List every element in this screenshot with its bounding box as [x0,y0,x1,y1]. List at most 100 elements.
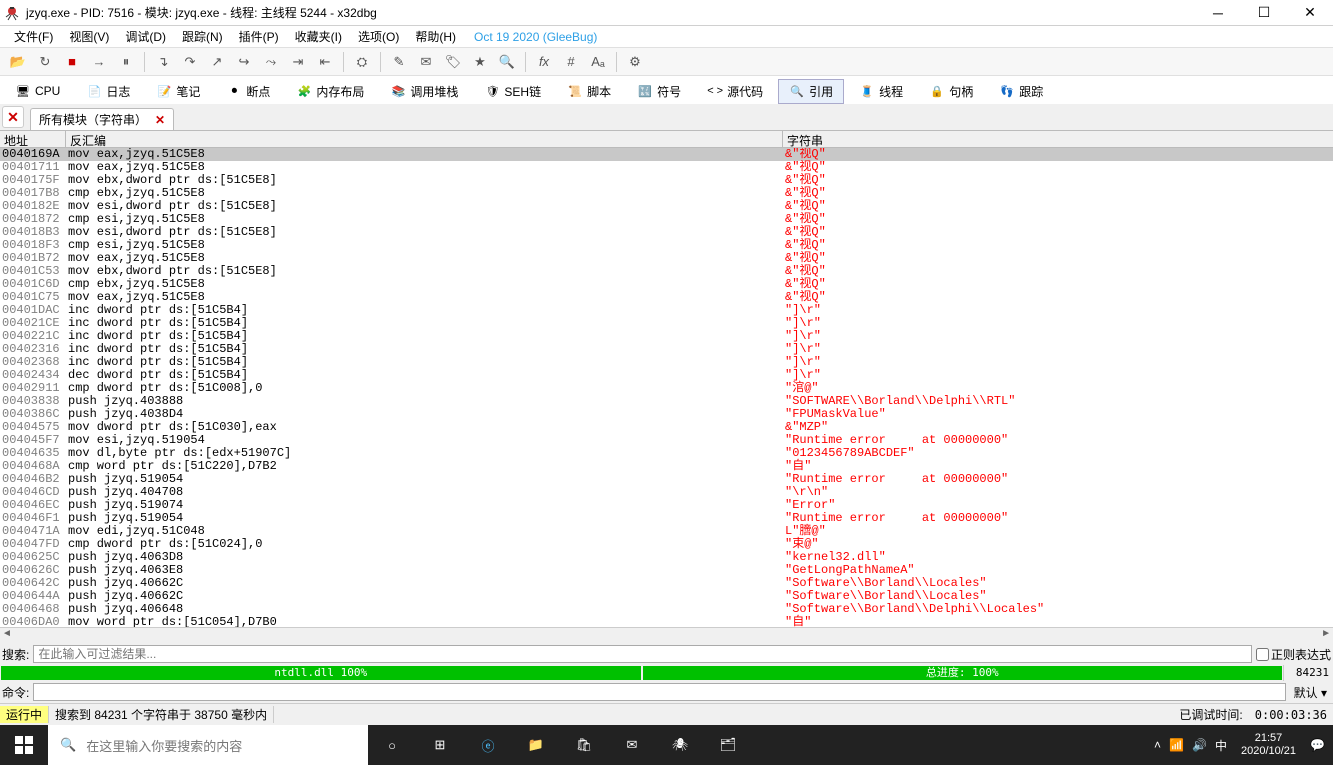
horizontal-scrollbar[interactable] [0,627,1333,643]
runuser-icon[interactable]: ⇤ [313,51,337,73]
main-tab-5[interactable]: 📚调用堆栈 [379,79,469,104]
menu-help[interactable]: 帮助(H) [407,26,464,47]
data-body[interactable]: 0040169Amov eax,jzyq.51C5E8&"视Q"00401711… [0,148,1333,627]
mail-icon[interactable]: ✉ [608,725,656,765]
regex-checkbox-label[interactable]: 正则表达式 [1256,646,1331,663]
cell-string: "]\r" [783,304,1333,317]
start-button[interactable] [0,725,48,765]
open-icon[interactable]: 📂 [6,51,30,73]
network-icon[interactable]: 📶 [1169,738,1184,752]
table-row[interactable]: 0040626Cpush jzyq.4063E8"GetLongPathName… [0,564,1333,577]
col-string[interactable]: 字符串 [783,131,1333,147]
stepout-icon[interactable]: ↗ [205,51,229,73]
col-address[interactable]: 地址 [0,131,66,147]
bookmark-icon[interactable]: ★ [468,51,492,73]
cell-string: &"视Q" [783,291,1333,304]
pause-icon[interactable]: ⏸ [114,51,138,73]
tab-icon: ⏺ [226,83,242,99]
command-input[interactable] [33,683,1285,701]
volume-icon[interactable]: 🔊 [1192,738,1207,752]
table-row[interactable]: 0040468Acmp word ptr ds:[51C220],D7B2"自" [0,460,1333,473]
taskbar-clock[interactable]: 21:57 2020/10/21 [1235,732,1302,758]
cortana-icon[interactable]: ○ [368,725,416,765]
menu-trace[interactable]: 跟踪(N) [174,26,231,47]
run-icon[interactable]: → [87,51,111,73]
notifications-icon[interactable]: 💬 [1310,738,1325,752]
tab-label: 断点 [246,83,270,100]
cell-string: &"视Q" [783,252,1333,265]
main-tab-4[interactable]: 🧩内存布局 [285,79,375,104]
close-tab-icon[interactable]: ✕ [155,113,165,127]
scylla-icon[interactable]: ⛭ [350,51,374,73]
main-tab-8[interactable]: 🔣符号 [626,79,692,104]
patch-icon[interactable]: ✎ [387,51,411,73]
separator [380,52,381,72]
taskbar-search[interactable]: 🔍 在这里输入你要搜索的内容 [48,725,368,765]
stop-icon[interactable]: ■ [60,51,84,73]
traceover-icon[interactable]: ⤳ [259,51,283,73]
menu-view[interactable]: 视图(V) [61,26,117,47]
close-button[interactable]: ✕ [1287,0,1333,25]
main-tab-6[interactable]: 🛡SEH链 [473,79,552,104]
menu-debug[interactable]: 调试(D) [117,26,174,47]
command-mode-dropdown[interactable]: 默认 ▾ [1290,684,1331,701]
table-row[interactable]: 0040644Apush jzyq.40662C"Software\\Borla… [0,590,1333,603]
toolbar: 📂 ↻ ■ → ⏸ ↴ ↷ ↗ ↪ ⤳ ⇥ ⇤ ⛭ ✎ ✉ 🏷 ★ 🔍 fx #… [0,48,1333,76]
main-tab-3[interactable]: ⏺断点 [215,79,281,104]
findref-icon[interactable]: 🔍 [495,51,519,73]
table-row[interactable]: 0040625Cpush jzyq.4063D8"kernel32.dll" [0,551,1333,564]
explorer-icon[interactable]: 📁 [512,725,560,765]
x32dbg-taskbar-icon[interactable]: 🕷 [656,725,704,765]
ime-indicator[interactable]: 中 [1215,737,1227,754]
text-icon[interactable]: Aₐ [586,51,610,73]
table-row[interactable]: 004046B2push jzyq.519054"Runtime error a… [0,473,1333,486]
edge-icon[interactable]: ⓔ [464,725,512,765]
table-row[interactable]: 0040642Cpush jzyq.40662C"Software\\Borla… [0,577,1333,590]
menu-favorites[interactable]: 收藏夹(I) [287,26,350,47]
close-all-tabs-button[interactable]: ✕ [2,106,24,128]
restart-icon[interactable]: ↻ [33,51,57,73]
main-tab-0[interactable]: 🖥CPU [4,79,71,103]
table-row[interactable]: 00402911cmp dword ptr ds:[51C008],0"涫@" [0,382,1333,395]
regex-checkbox[interactable] [1256,648,1269,661]
tray-up-icon[interactable]: ˄ [1154,738,1161,752]
col-disassembly[interactable]: 反汇编 [66,131,783,147]
main-tab-11[interactable]: 🧵线程 [848,79,914,104]
menu-plugins[interactable]: 插件(P) [231,26,287,47]
store-icon[interactable]: 🛍 [560,725,608,765]
label-icon[interactable]: 🏷 [441,51,465,73]
progress-total: 总进度: 100% [643,666,1283,680]
fx-icon[interactable]: fx [532,51,556,73]
runret-icon[interactable]: ⇥ [286,51,310,73]
sub-tab-all-modules-strings[interactable]: 所有模块（字符串） ✕ [30,108,174,130]
stepinto-icon[interactable]: ↴ [151,51,175,73]
search-icon: 🔍 [60,737,76,753]
main-tab-10[interactable]: 🔍引用 [778,79,844,104]
settings-icon[interactable]: ⚙ [623,51,647,73]
main-tab-13[interactable]: 👣跟踪 [988,79,1054,104]
separator [144,52,145,72]
separator [616,52,617,72]
main-tab-7[interactable]: 📜脚本 [556,79,622,104]
main-tab-12[interactable]: 🔒句柄 [918,79,984,104]
menu-file[interactable]: 文件(F) [6,26,61,47]
table-row[interactable]: 004046CDpush jzyq.404708"\r\n" [0,486,1333,499]
hash-icon[interactable]: # [559,51,583,73]
minimize-button[interactable]: ─ [1195,0,1241,25]
stepover-icon[interactable]: ↷ [178,51,202,73]
main-tab-2[interactable]: 📝笔记 [145,79,211,104]
window-title: jzyq.exe - PID: 7516 - 模块: jzyq.exe - 线程… [26,4,1195,21]
maximize-button[interactable]: ☐ [1241,0,1287,25]
menu-options[interactable]: 选项(O) [350,26,407,47]
app-icon[interactable]: 🗂 [704,725,752,765]
taskview-icon[interactable]: ⊞ [416,725,464,765]
table-row[interactable]: 00406DA0mov word ptr ds:[51C054],D7B0"自" [0,616,1333,627]
table-row[interactable]: 004046ECpush jzyq.519074"Error" [0,499,1333,512]
table-row[interactable]: 004047FDcmp dword ptr ds:[51C024],0"束@" [0,538,1333,551]
main-tab-1[interactable]: 📄日志 [75,79,141,104]
main-tab-9[interactable]: < >源代码 [696,79,774,104]
table-row[interactable]: 00403838push jzyq.403888"SOFTWARE\\Borla… [0,395,1333,408]
comment-icon[interactable]: ✉ [414,51,438,73]
search-input[interactable] [33,645,1252,663]
traceto-icon[interactable]: ↪ [232,51,256,73]
